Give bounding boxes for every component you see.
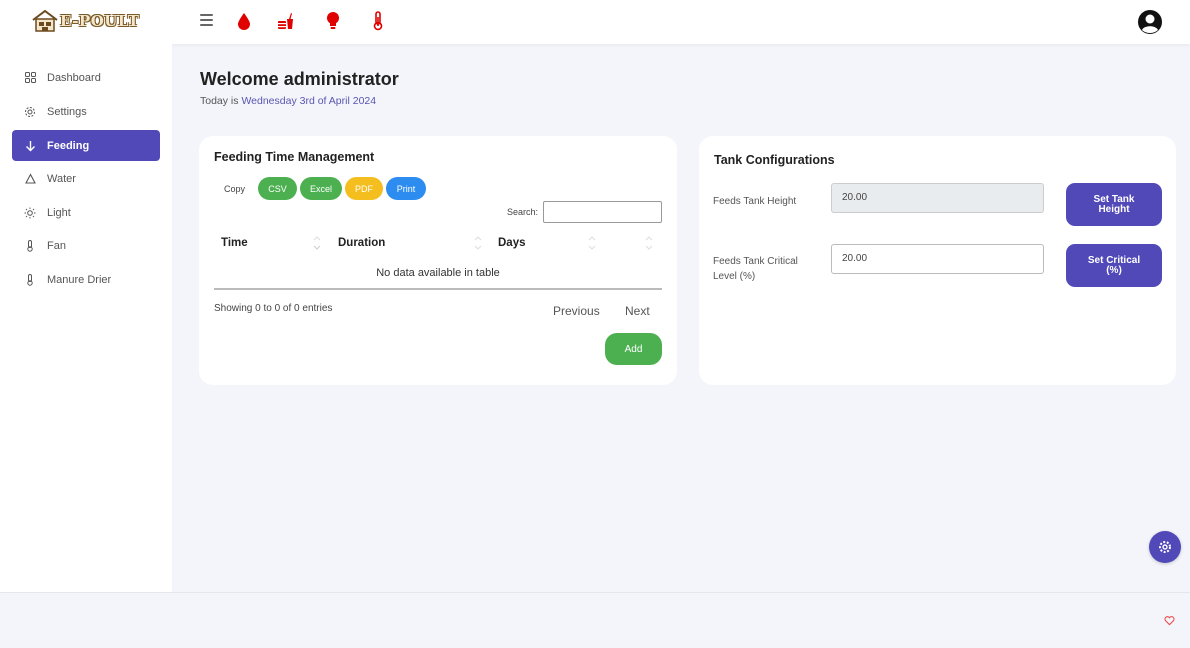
- sort-icon[interactable]: [474, 234, 482, 252]
- tank-card-title: Tank Configurations: [714, 153, 835, 167]
- csv-button[interactable]: CSV: [258, 177, 298, 200]
- table-divider: [214, 288, 662, 290]
- feeding-card: Feeding Time Management Copy CSV Excel P…: [199, 136, 677, 385]
- column-header-duration[interactable]: Duration: [338, 237, 385, 249]
- copy-button[interactable]: Copy: [224, 184, 245, 194]
- sidebar-item-fan[interactable]: Fan: [12, 230, 160, 261]
- previous-button[interactable]: Previous: [553, 304, 600, 318]
- column-header-time[interactable]: Time: [221, 237, 248, 249]
- current-date: Wednesday 3rd of April 2024: [241, 95, 377, 107]
- water-drop-icon[interactable]: [234, 10, 254, 32]
- top-bar: E-POULT: [0, 0, 1190, 44]
- footer: [0, 592, 1190, 648]
- tank-critical-field[interactable]: 20.00: [831, 244, 1044, 274]
- search-label: Search:: [507, 207, 539, 217]
- gear-icon: [23, 105, 37, 119]
- thermometer-icon[interactable]: [368, 10, 388, 32]
- empty-table-message: No data available in table: [376, 267, 500, 279]
- column-header-days[interactable]: Days: [498, 237, 526, 249]
- print-button[interactable]: Print: [386, 177, 427, 200]
- thermometer-icon: [23, 239, 37, 253]
- sidebar-item-label: Light: [47, 206, 71, 219]
- brand-name: E-POULT: [60, 12, 140, 30]
- feeding-card-title: Feeding Time Management: [214, 150, 375, 164]
- tank-height-label: Feeds Tank Height: [713, 196, 797, 207]
- feed-icon[interactable]: [276, 10, 296, 32]
- sidebar-item-dashboard[interactable]: Dashboard: [12, 62, 160, 93]
- thermometer-icon: [23, 273, 37, 287]
- next-button[interactable]: Next: [625, 304, 650, 318]
- settings-fab[interactable]: [1149, 531, 1181, 563]
- tank-height-field: 20.00: [831, 183, 1044, 213]
- user-avatar-icon[interactable]: [1137, 8, 1163, 36]
- sidebar-item-label: Feeding: [47, 139, 90, 152]
- gear-icon: [1159, 541, 1171, 553]
- excel-button[interactable]: Excel: [300, 177, 343, 200]
- search-input[interactable]: [543, 201, 662, 223]
- export-buttons: Copy CSV Excel PDF Print: [214, 177, 429, 200]
- sidebar-item-label: Settings: [47, 105, 87, 118]
- date-line: Today is Wednesday 3rd of April 2024: [200, 95, 376, 107]
- table-info: Showing 0 to 0 of 0 entries: [214, 303, 333, 314]
- brand-logo[interactable]: E-POULT: [32, 9, 139, 33]
- menu-toggle-icon[interactable]: [200, 14, 213, 26]
- sun-icon: [23, 206, 37, 220]
- set-tank-height-button[interactable]: Set Tank Height: [1066, 183, 1162, 226]
- pdf-button[interactable]: PDF: [345, 177, 384, 200]
- sidebar-item-feeding[interactable]: Feeding: [12, 130, 160, 161]
- sort-icon[interactable]: [645, 234, 653, 252]
- sidebar: Dashboard Settings Feeding Water Light F…: [0, 44, 172, 592]
- sidebar-item-label: Water: [47, 172, 76, 185]
- sidebar-item-settings[interactable]: Settings: [12, 96, 160, 127]
- sort-icon[interactable]: [313, 234, 321, 252]
- drop-outline-icon: [23, 172, 37, 186]
- date-prefix: Today is: [200, 95, 242, 107]
- bulb-icon[interactable]: [323, 10, 343, 32]
- sidebar-item-label: Fan: [47, 239, 66, 252]
- page-title: Welcome administrator: [200, 69, 399, 89]
- tank-card: Tank Configurations Feeds Tank Height 20…: [699, 136, 1176, 385]
- heart-icon: [1164, 616, 1175, 626]
- arrow-down-icon: [23, 139, 37, 153]
- sort-icon[interactable]: [588, 234, 596, 252]
- sidebar-item-label: Dashboard: [47, 71, 101, 84]
- sidebar-item-light[interactable]: Light: [12, 197, 160, 228]
- farmhouse-logo-icon: [32, 9, 58, 32]
- set-critical-button[interactable]: Set Critical (%): [1066, 244, 1162, 287]
- sidebar-item-label: Manure Drier: [47, 273, 112, 286]
- grid-icon: [23, 71, 37, 85]
- sidebar-item-manure-drier[interactable]: Manure Drier: [12, 264, 160, 295]
- add-button[interactable]: Add: [605, 333, 662, 365]
- tank-critical-label: Feeds Tank Critical Level (%): [713, 256, 798, 282]
- sidebar-item-water[interactable]: Water: [12, 163, 160, 194]
